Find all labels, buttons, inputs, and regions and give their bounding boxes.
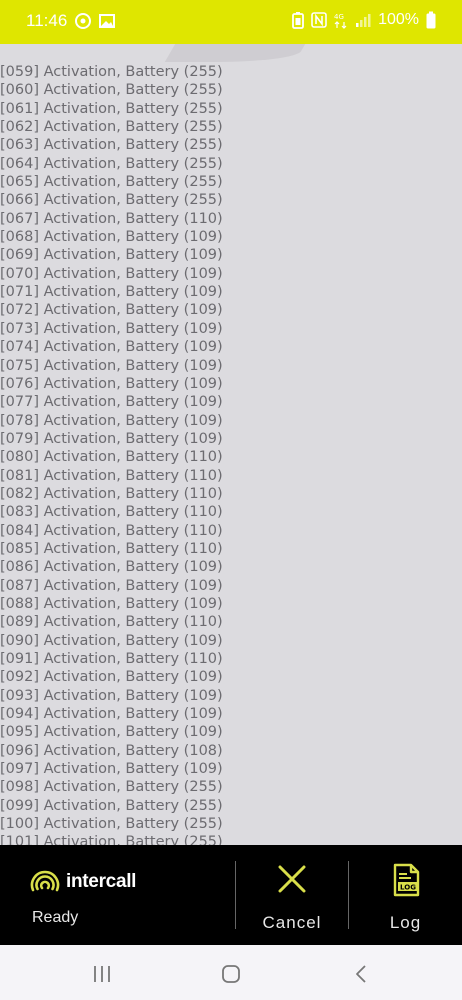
log-entry: [084] Activation, Battery (110) bbox=[0, 522, 223, 539]
svg-text:4G: 4G bbox=[334, 13, 344, 21]
log-entry: [086] Activation, Battery (109) bbox=[0, 559, 223, 576]
log-label: Log bbox=[389, 913, 422, 932]
log-icon-text: LOG bbox=[400, 884, 416, 892]
log-entry: [081] Activation, Battery (110) bbox=[0, 467, 223, 484]
nfc-icon bbox=[311, 12, 327, 28]
signal-icon bbox=[356, 14, 371, 27]
close-icon bbox=[278, 865, 306, 893]
log-entry: [066] Activation, Battery (255) bbox=[0, 192, 223, 209]
log-entry: [082] Activation, Battery (110) bbox=[0, 485, 223, 502]
log-list: [059] Activation, Battery (255) [060] Act… bbox=[0, 63, 223, 845]
status-system-icons: 4G 100% bbox=[292, 11, 436, 29]
log-entry: [076] Activation, Battery (109) bbox=[0, 375, 223, 392]
log-entry: [099] Activation, Battery (255) bbox=[0, 797, 223, 814]
battery-saver-icon bbox=[292, 12, 304, 29]
log-entry: [074] Activation, Battery (109) bbox=[0, 339, 223, 356]
cancel-button[interactable]: Cancel bbox=[236, 845, 348, 945]
log-entry: [073] Activation, Battery (109) bbox=[0, 320, 223, 337]
log-entry: [090] Activation, Battery (109) bbox=[0, 632, 223, 649]
battery-percent: 100% bbox=[378, 11, 419, 28]
log-entry: [072] Activation, Battery (109) bbox=[0, 302, 223, 319]
brand-logo: intercall bbox=[28, 865, 136, 899]
log-entry: [068] Activation, Battery (109) bbox=[0, 229, 223, 246]
intercall-logo-icon bbox=[30, 870, 60, 892]
log-entry: [087] Activation, Battery (109) bbox=[0, 577, 223, 594]
log-entry: [077] Activation, Battery (109) bbox=[0, 394, 223, 411]
log-entry: [085] Activation, Battery (110) bbox=[0, 540, 223, 557]
cancel-label: Cancel bbox=[262, 913, 322, 932]
status-bar: 11:46 4G 100% bbox=[0, 0, 462, 44]
log-entry: [063] Activation, Battery (255) bbox=[0, 137, 223, 154]
log-entry: [061] Activation, Battery (255) bbox=[0, 100, 223, 117]
log-entry: [079] Activation, Battery (109) bbox=[0, 430, 223, 447]
log-entry: [060] Activation, Battery (255) bbox=[0, 82, 223, 99]
home-button[interactable] bbox=[216, 959, 246, 989]
log-entry: [091] Activation, Battery (110) bbox=[0, 651, 223, 667]
system-nav-bar bbox=[0, 945, 462, 1000]
log-entry: [059] Activation, Battery (255) bbox=[0, 64, 223, 80]
status-notification-icons bbox=[74, 12, 116, 30]
log-entry: [069] Activation, Battery (109) bbox=[0, 247, 223, 264]
log-document-icon: LOG bbox=[393, 863, 419, 897]
back-button[interactable] bbox=[346, 959, 376, 989]
log-entry: [070] Activation, Battery (109) bbox=[0, 265, 223, 282]
status-time: 11:46 bbox=[26, 11, 68, 30]
log-entry: [097] Activation, Battery (109) bbox=[0, 761, 223, 778]
sync-icon bbox=[75, 13, 91, 29]
log-entry: [088] Activation, Battery (109) bbox=[0, 595, 223, 612]
log-entry: [083] Activation, Battery (110) bbox=[0, 504, 223, 521]
brand-name: intercall bbox=[66, 871, 137, 892]
log-entry: [093] Activation, Battery (109) bbox=[0, 687, 223, 704]
recent-apps-icon bbox=[94, 966, 110, 982]
log-entry: [095] Activation, Battery (109) bbox=[0, 724, 223, 741]
recent-apps-button[interactable] bbox=[87, 959, 117, 989]
log-entry: [101] Activation, Battery (255) bbox=[0, 834, 223, 845]
overscroll-shadow bbox=[164, 44, 306, 62]
log-entry: [100] Activation, Battery (255) bbox=[0, 816, 223, 833]
back-icon bbox=[356, 965, 366, 983]
log-entry: [092] Activation, Battery (109) bbox=[0, 669, 223, 686]
connection-status: Ready bbox=[32, 909, 79, 926]
log-entry: [062] Activation, Battery (255) bbox=[0, 119, 223, 136]
image-icon bbox=[99, 14, 115, 28]
log-entry: [065] Activation, Battery (255) bbox=[0, 174, 223, 191]
log-entry: [089] Activation, Battery (110) bbox=[0, 614, 223, 631]
log-entry: [075] Activation, Battery (109) bbox=[0, 357, 223, 374]
log-entry: [078] Activation, Battery (109) bbox=[0, 412, 223, 429]
home-icon bbox=[222, 965, 240, 983]
log-entry: [098] Activation, Battery (255) bbox=[0, 779, 223, 796]
log-entry: [080] Activation, Battery (110) bbox=[0, 449, 223, 466]
battery-icon bbox=[426, 11, 436, 29]
log-entry: [094] Activation, Battery (109) bbox=[0, 706, 223, 723]
bottom-toolbar: intercall Ready Cancel LOG Log bbox=[0, 845, 462, 945]
log-entry: [071] Activation, Battery (109) bbox=[0, 284, 223, 301]
log-button[interactable]: LOG Log bbox=[349, 845, 462, 945]
log-list-area[interactable]: [059] Activation, Battery (255) [060] Act… bbox=[0, 44, 462, 845]
log-entry: [067] Activation, Battery (110) bbox=[0, 210, 223, 227]
log-entry: [096] Activation, Battery (108) bbox=[0, 742, 223, 759]
network-4g-icon: 4G bbox=[334, 13, 347, 29]
log-entry: [064] Activation, Battery (255) bbox=[0, 155, 223, 172]
